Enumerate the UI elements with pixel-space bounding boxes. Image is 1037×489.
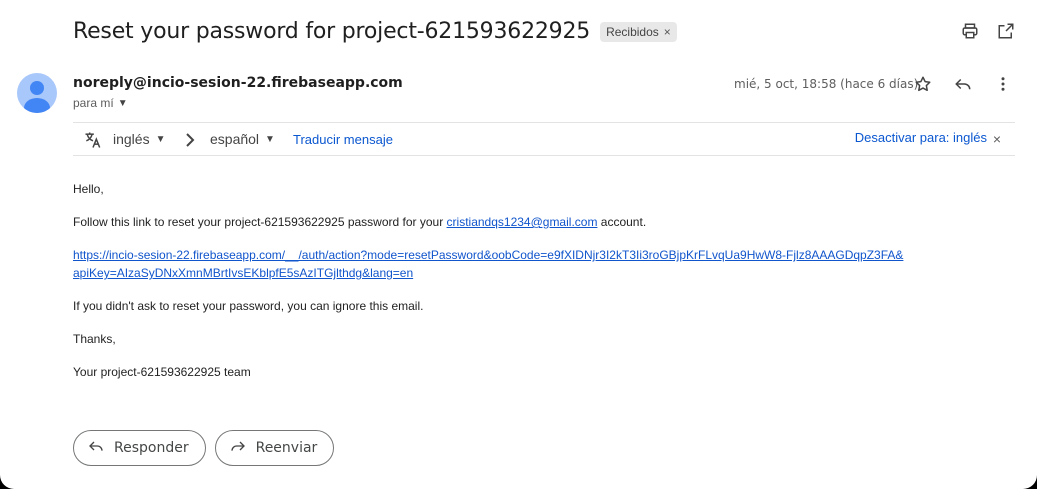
close-translate-icon[interactable]: × xyxy=(993,131,1001,147)
subject-row: Reset your password for project-62159362… xyxy=(73,19,677,44)
open-in-new-icon[interactable] xyxy=(997,22,1015,40)
target-language-select[interactable]: español ▼ xyxy=(210,131,275,147)
forward-button[interactable]: Reenviar xyxy=(214,430,335,466)
email-view: Reset your password for project-62159362… xyxy=(0,0,1037,489)
chevron-down-icon[interactable]: ▼ xyxy=(118,98,128,109)
reply-label: Responder xyxy=(114,440,189,456)
translate-bar: inglés ▼ español ▼ Traducir mensaje Desa… xyxy=(73,122,1015,156)
reply-button[interactable]: Responder xyxy=(73,430,206,466)
translate-message-link[interactable]: Traducir mensaje xyxy=(293,132,393,147)
print-icon[interactable] xyxy=(961,22,979,40)
target-language-label: español xyxy=(210,131,260,147)
account-email-link[interactable]: cristiandqs1234@gmail.com xyxy=(447,215,598,229)
source-language-label: inglés xyxy=(113,131,150,147)
instruction-text: Follow this link to reset your project-6… xyxy=(73,215,447,229)
forward-icon xyxy=(230,438,246,458)
top-actions xyxy=(961,22,1015,40)
more-vert-icon[interactable] xyxy=(994,75,1012,93)
chevron-down-icon: ▼ xyxy=(265,133,275,145)
reset-password-link[interactable]: https://incio-sesion-22.firebaseapp.com/… xyxy=(73,248,903,280)
ignore-notice: If you didn't ask to reset your password… xyxy=(73,299,424,313)
instruction-text-end: account. xyxy=(597,215,647,229)
recipient-line[interactable]: para mí ▼ xyxy=(73,96,128,110)
sender-avatar[interactable] xyxy=(17,73,57,113)
inbox-label-chip[interactable]: Recibidos × xyxy=(600,21,677,42)
email-body: Hello, Follow this link to reset your pr… xyxy=(73,180,1003,396)
email-subject: Reset your password for project-62159362… xyxy=(73,19,591,44)
translate-icon xyxy=(83,130,103,153)
chevron-right-icon xyxy=(183,131,197,152)
disable-translation-link[interactable]: Desactivar para: inglés xyxy=(855,130,987,145)
inbox-label-text: Recibidos xyxy=(606,24,659,39)
reply-actions: Responder Reenviar xyxy=(73,430,335,466)
reset-link-part2: apiKey=AIzaSyDNxXmnMBrtIvsEKblpfE5sAzITG… xyxy=(73,266,414,280)
remove-label-icon[interactable]: × xyxy=(664,25,671,39)
greeting: Hello, xyxy=(73,182,104,196)
star-icon[interactable] xyxy=(914,75,932,93)
reset-instruction: Follow this link to reset your project-6… xyxy=(73,213,1003,231)
reset-link-part1: https://incio-sesion-22.firebaseapp.com/… xyxy=(73,248,904,262)
forward-label: Reenviar xyxy=(255,440,318,456)
reset-link-paragraph: https://incio-sesion-22.firebaseapp.com/… xyxy=(73,246,1003,282)
thanks-line: Thanks, xyxy=(73,332,116,346)
source-language-select[interactable]: inglés ▼ xyxy=(113,131,166,147)
sender-email[interactable]: noreply@incio-sesion-22.firebaseapp.com xyxy=(73,75,403,91)
recipient-text: para mí xyxy=(73,96,114,110)
reply-icon xyxy=(88,438,104,458)
reply-icon[interactable] xyxy=(954,75,972,93)
email-date: mié, 5 oct, 18:58 (hace 6 días) xyxy=(734,77,919,91)
message-actions xyxy=(914,75,1012,93)
signature: Your project-621593622925 team xyxy=(73,365,251,379)
chevron-down-icon: ▼ xyxy=(155,133,166,145)
